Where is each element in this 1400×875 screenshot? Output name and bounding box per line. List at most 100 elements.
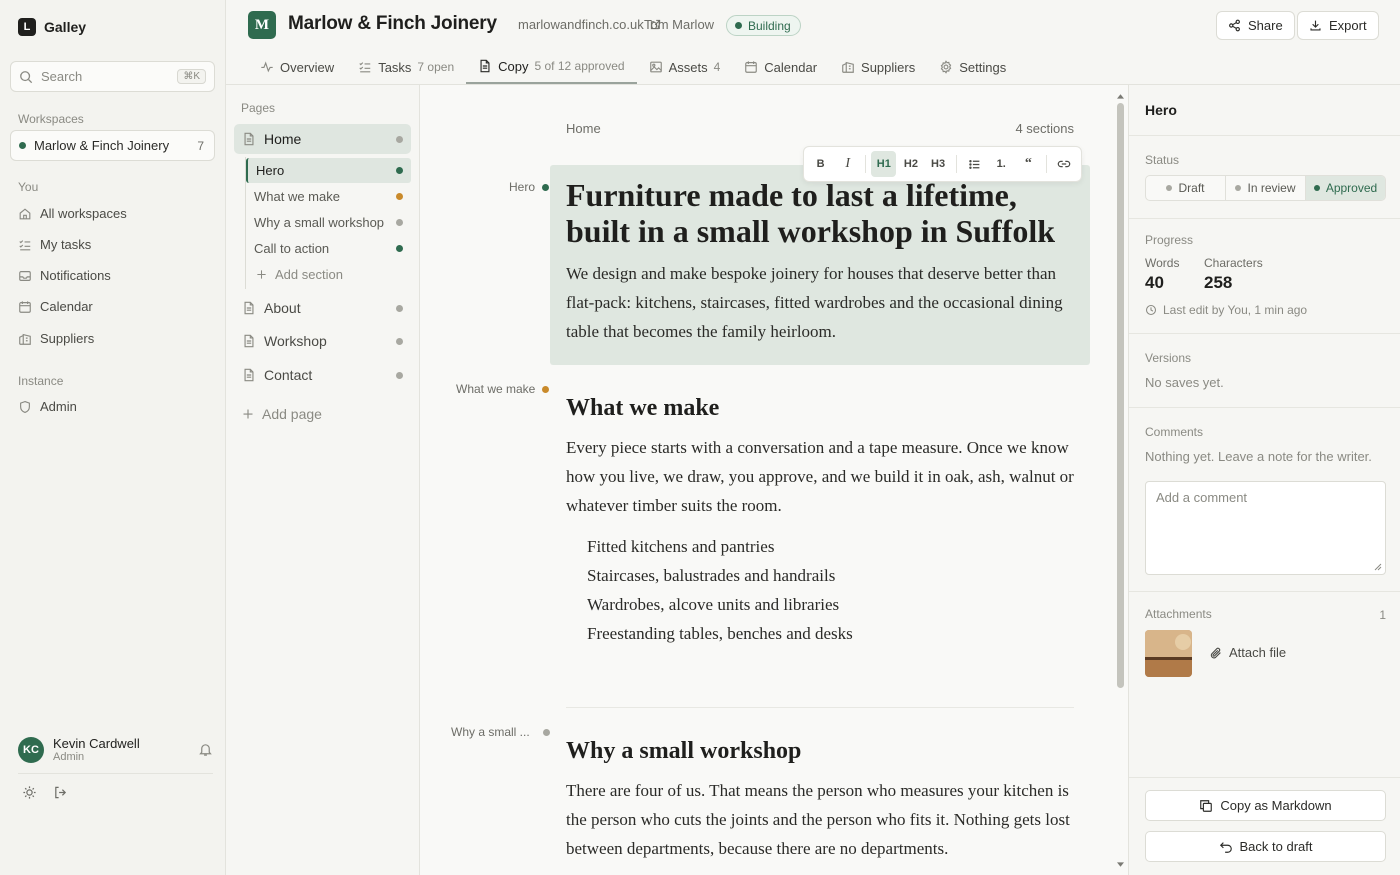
sidebar-footer-actions — [22, 785, 68, 800]
tab-settings[interactable]: Settings — [927, 50, 1018, 84]
link-button[interactable] — [1052, 151, 1077, 177]
nav-notifications[interactable]: Notifications — [18, 268, 111, 283]
sun-icon — [23, 786, 36, 799]
page-item-contact[interactable]: Contact — [234, 360, 411, 390]
app-brand[interactable]: L Galley — [18, 18, 86, 36]
copy-as-markdown-button[interactable]: Copy as Markdown — [1145, 790, 1386, 821]
share-label: Share — [1248, 18, 1283, 33]
page-item-workshop[interactable]: Workshop — [234, 326, 411, 356]
section-marker-why-small-workshop[interactable]: Why a small ... — [451, 725, 550, 739]
nav-label: Notifications — [40, 268, 111, 283]
comment-input[interactable]: Add a comment — [1145, 481, 1386, 575]
progress-label: Progress — [1145, 233, 1194, 247]
why-body[interactable]: There are four of us. That means the per… — [566, 776, 1076, 863]
nav-my-tasks[interactable]: My tasks — [18, 237, 91, 252]
attachment-thumbnail[interactable] — [1145, 630, 1192, 677]
attachment-image — [1145, 630, 1192, 677]
tab-suppliers[interactable]: Suppliers — [829, 50, 927, 84]
status-option-label: Draft — [1178, 181, 1205, 195]
tasks-icon — [19, 239, 31, 250]
hero-body[interactable]: We design and make bespoke joinery for h… — [566, 259, 1076, 346]
section-details-panel: Hero Status Draft In review Approved Pro… — [1128, 85, 1400, 875]
tab-label: Copy — [498, 58, 529, 74]
nav-label: Calendar — [40, 299, 93, 314]
plus-icon — [243, 409, 253, 419]
nav-admin[interactable]: Admin — [18, 399, 77, 414]
editor-scrollbar[interactable] — [1117, 93, 1124, 868]
nav-suppliers[interactable]: Suppliers — [18, 331, 94, 346]
scroll-thumb[interactable] — [1117, 103, 1124, 688]
instance-label: Instance — [18, 374, 64, 388]
workspace-item[interactable]: Marlow & Finch Joinery 7 — [10, 130, 215, 161]
tab-copy[interactable]: Copy 5 of 12 approved — [466, 50, 637, 84]
h2-button[interactable]: H2 — [898, 151, 923, 177]
user-card[interactable]: KC Kevin Cardwell Admin — [18, 736, 213, 763]
section-item-hero[interactable]: Hero — [246, 158, 411, 183]
attach-file-button[interactable]: Attach file — [1209, 645, 1286, 660]
quote-button[interactable]: “ — [1016, 151, 1041, 177]
page-item-about[interactable]: About — [234, 293, 411, 323]
back-to-draft-button[interactable]: Back to draft — [1145, 831, 1386, 862]
nav-calendar[interactable]: Calendar — [18, 299, 93, 314]
search-input[interactable]: Search ⌘K — [10, 61, 215, 92]
ordered-list-button[interactable]: 1. — [989, 151, 1014, 177]
attachments-label: Attachments — [1145, 607, 1212, 621]
what-list[interactable]: Fitted kitchens and pantries Staircases,… — [587, 532, 853, 648]
tab-label: Settings — [959, 59, 1007, 75]
section-marker-hero[interactable]: Hero — [509, 180, 550, 194]
logout-button[interactable] — [53, 785, 68, 800]
tab-label: Overview — [280, 59, 335, 75]
resize-handle-icon — [1374, 563, 1382, 571]
add-section-button[interactable]: Add section — [256, 267, 343, 282]
characters-label: Characters — [1204, 256, 1263, 270]
status-option-approved[interactable]: Approved — [1306, 176, 1385, 200]
tab-assets[interactable]: Assets 4 — [637, 50, 733, 84]
list-item: Fitted kitchens and pantries — [587, 537, 775, 556]
what-heading[interactable]: What we make — [566, 395, 719, 422]
status-option-in-review[interactable]: In review — [1226, 176, 1306, 200]
copy-icon — [1200, 799, 1213, 812]
comment-placeholder: Add a comment — [1156, 490, 1248, 505]
panel-divider — [1129, 407, 1400, 408]
add-page-button[interactable]: Add page — [242, 406, 322, 422]
bell-button[interactable] — [198, 742, 213, 757]
home-icon — [19, 207, 31, 219]
h3-button[interactable]: H3 — [925, 151, 950, 177]
toolbar-separator — [865, 155, 867, 173]
nav-all-workspaces[interactable]: All workspaces — [18, 206, 127, 221]
document-icon — [244, 334, 254, 348]
status-option-draft[interactable]: Draft — [1146, 176, 1226, 200]
tab-overview[interactable]: Overview — [248, 50, 346, 84]
share-button[interactable]: Share — [1216, 11, 1295, 40]
export-button[interactable]: Export — [1297, 11, 1379, 40]
section-marker-what-we-make[interactable]: What we make — [456, 382, 550, 396]
bullet-list-button[interactable] — [962, 151, 987, 177]
project-title: Marlow & Finch Joinery — [288, 13, 497, 34]
what-body[interactable]: Every piece starts with a conversation a… — [566, 433, 1076, 520]
project-header: M Marlow & Finch Joinery marlowandfinch.… — [226, 0, 1400, 85]
status-option-label: Approved — [1325, 181, 1378, 195]
theme-toggle-button[interactable] — [22, 785, 37, 800]
page-label: About — [264, 300, 301, 316]
tab-tasks[interactable]: Tasks 7 open — [346, 50, 466, 84]
section-item-what-we-make[interactable]: What we make — [246, 184, 411, 209]
section-marker-label: Hero — [509, 180, 536, 194]
tab-calendar[interactable]: Calendar — [732, 50, 829, 84]
page-status-dot — [396, 371, 403, 379]
project-url-link[interactable]: marlowandfinch.co.uk — [518, 17, 661, 32]
list-item: Wardrobes, alcove units and libraries — [587, 595, 840, 614]
why-heading[interactable]: Why a small workshop — [566, 738, 801, 765]
italic-button[interactable]: I — [835, 151, 860, 177]
undo-icon — [1219, 841, 1232, 853]
section-label: Call to action — [254, 241, 330, 256]
bold-button[interactable]: B — [808, 151, 833, 177]
page-item-home[interactable]: Home — [234, 124, 411, 154]
section-item-call-to-action[interactable]: Call to action — [246, 236, 411, 261]
attach-file-label: Attach file — [1229, 645, 1287, 660]
section-marker-dot — [542, 728, 550, 736]
toolbar-separator — [955, 155, 957, 173]
h1-button[interactable]: H1 — [871, 151, 897, 177]
section-item-why-small-workshop[interactable]: Why a small workshop — [246, 210, 411, 235]
hero-heading[interactable]: Furniture made to last a lifetime, built… — [566, 177, 1086, 249]
section-marker-label: What we make — [456, 382, 536, 396]
